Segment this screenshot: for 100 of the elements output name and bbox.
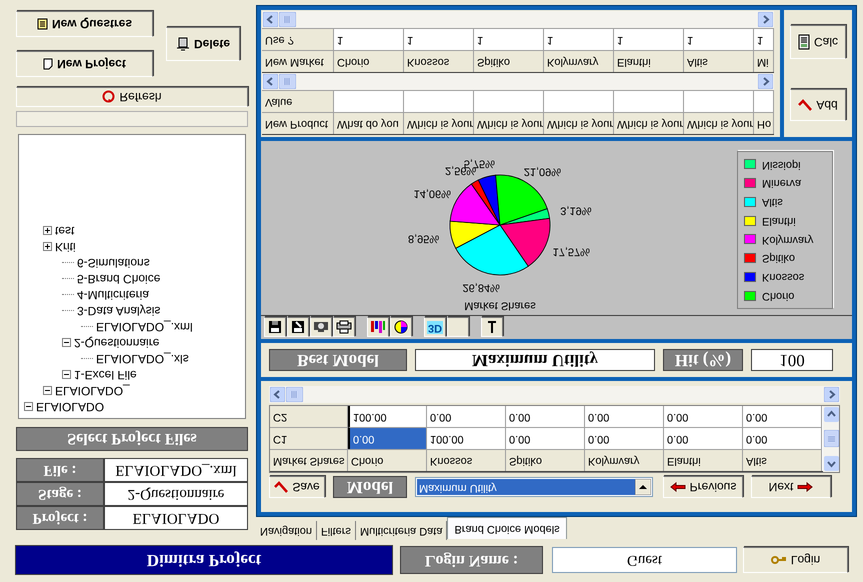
table-cell[interactable]: 0.00: [743, 406, 822, 427]
collapse-icon[interactable]: [43, 386, 52, 396]
scroll-thumb-icon[interactable]: [279, 12, 296, 27]
login-name-field[interactable]: Guest: [552, 547, 737, 573]
expand-icon[interactable]: [43, 242, 52, 252]
table-cell[interactable]: 0.00: [506, 427, 585, 449]
tree-item[interactable]: ELAIOLADO_.xml: [96, 318, 193, 336]
scroll-thumb-icon[interactable]: [286, 387, 303, 402]
table-cell[interactable]: 0.00: [585, 406, 664, 427]
scroll-right-icon[interactable]: [824, 387, 839, 402]
bar-chart-icon: [370, 320, 386, 334]
column-header: Kolymvary: [544, 50, 614, 72]
tree-item[interactable]: 2-Questionnaire: [74, 334, 160, 352]
column-header: Knossos: [427, 449, 506, 471]
tool-icon: [486, 320, 498, 334]
previous-button[interactable]: Previous: [663, 476, 743, 498]
calculator-icon: [798, 34, 810, 50]
calc-button[interactable]: Calc: [790, 25, 846, 59]
table-cell[interactable]: 0.00: [664, 406, 743, 427]
horizontal-scrollbar[interactable]: [269, 386, 840, 403]
new-project-button[interactable]: New Project: [16, 51, 153, 77]
model-label: Model: [333, 476, 407, 498]
table-cell[interactable]: 0.00: [348, 427, 427, 449]
tree-item[interactable]: 3-Data Analysis: [77, 302, 160, 320]
model-dropdown[interactable]: Maximum Utility: [415, 478, 653, 498]
collapse-icon[interactable]: [62, 338, 71, 348]
row-header: C1: [270, 427, 348, 449]
tree-item[interactable]: 6-Simulations: [77, 254, 150, 272]
tree-item[interactable]: ELAIOLADO: [36, 398, 104, 416]
column-header: Elanthi: [614, 50, 684, 72]
tree-item[interactable]: ELAIOLADO_: [55, 382, 130, 400]
check-icon: [274, 482, 288, 494]
form-icon: [36, 18, 48, 30]
document-icon: [43, 58, 54, 70]
collapse-icon[interactable]: [62, 370, 71, 380]
chart-tool-button[interactable]: 3D: [424, 318, 446, 338]
collapse-icon[interactable]: [24, 402, 33, 412]
scroll-left-icon[interactable]: [270, 387, 285, 402]
table-cell[interactable]: 100.00: [348, 406, 427, 427]
login-label: Login Name :: [400, 546, 543, 574]
column-header: New Product: [262, 112, 334, 134]
chart-tool-button[interactable]: [390, 318, 412, 338]
table-cell[interactable]: 0.00: [427, 406, 506, 427]
chart-tool-button[interactable]: [333, 318, 355, 338]
tab[interactable]: Brand Choice Models: [447, 517, 567, 539]
tree-item[interactable]: Kriti: [55, 238, 76, 256]
trash-icon: [176, 37, 190, 51]
scroll-thumb-icon[interactable]: [279, 74, 296, 89]
tree-item[interactable]: 4-Multicriteria: [77, 286, 150, 304]
scroll-right-icon[interactable]: [758, 12, 773, 27]
scroll-left-icon[interactable]: [263, 74, 278, 89]
scroll-left-icon[interactable]: [263, 12, 278, 27]
column-header: New Market: [262, 50, 334, 72]
row-header: Value: [262, 91, 334, 112]
legend-label: Spitiko: [762, 251, 796, 266]
table-cell[interactable]: 0.00: [585, 427, 664, 449]
row-header: Use ?: [262, 29, 334, 50]
column-header: Elanthi: [664, 449, 743, 471]
chart-tool-button[interactable]: [310, 318, 332, 338]
legend-label: Minerva: [762, 176, 802, 192]
column-header: Which is your: [614, 112, 684, 134]
save-button[interactable]: Save: [269, 476, 325, 498]
login-button[interactable]: Login: [743, 547, 848, 573]
next-button[interactable]: Next: [751, 476, 831, 498]
tree-item[interactable]: test: [55, 222, 74, 240]
chart-tool-button[interactable]: [264, 318, 286, 338]
refresh-button[interactable]: Refresh: [16, 87, 248, 107]
best-model-label: Best Model: [269, 349, 407, 371]
tree-item[interactable]: 1-Excel File: [74, 366, 137, 384]
vertical-scrollbar[interactable]: [823, 406, 839, 472]
expand-icon[interactable]: [43, 226, 52, 236]
table-cell[interactable]: 0.00: [664, 427, 743, 449]
scroll-right-icon[interactable]: [758, 74, 773, 89]
table-cell[interactable]: 0.00: [506, 406, 585, 427]
data-label: 8,95%: [408, 231, 440, 246]
table-cell[interactable]: 100.00: [427, 427, 506, 449]
legend-label: Chorio: [762, 288, 794, 304]
scroll-thumb-icon[interactable]: [824, 430, 838, 448]
pie-chart-icon: [394, 320, 408, 334]
info-value: ELAIOLADO: [104, 506, 248, 530]
chart-tool-button[interactable]: [287, 318, 309, 338]
table-cell[interactable]: 0.00: [743, 427, 822, 449]
app-title: Dimitra Project: [15, 545, 393, 575]
tree-item[interactable]: ELAIOLADO_.xls: [96, 350, 189, 368]
camera-icon: [313, 322, 329, 334]
chart-tool-button[interactable]: [367, 318, 389, 338]
new-questionnaire-button[interactable]: New Questres: [16, 11, 153, 37]
select-files-button[interactable]: Select Project Files: [16, 427, 248, 451]
left-arrow-icon: [670, 482, 686, 492]
delete-button[interactable]: Delete: [166, 27, 240, 61]
column-header: Which is your: [544, 112, 614, 134]
dropdown-caret-icon[interactable]: [635, 480, 651, 496]
column-header: Chorio: [348, 449, 427, 471]
horizontal-scrollbar[interactable]: [262, 11, 774, 28]
chart-tool-button[interactable]: [481, 318, 503, 338]
tree-item[interactable]: 5-Brand Choice: [77, 270, 160, 288]
data-label: 21,09%: [524, 164, 562, 180]
add-button[interactable]: Add: [790, 89, 846, 121]
legend-label: Elanthi: [762, 214, 796, 229]
horizontal-scrollbar[interactable]: [262, 73, 774, 90]
